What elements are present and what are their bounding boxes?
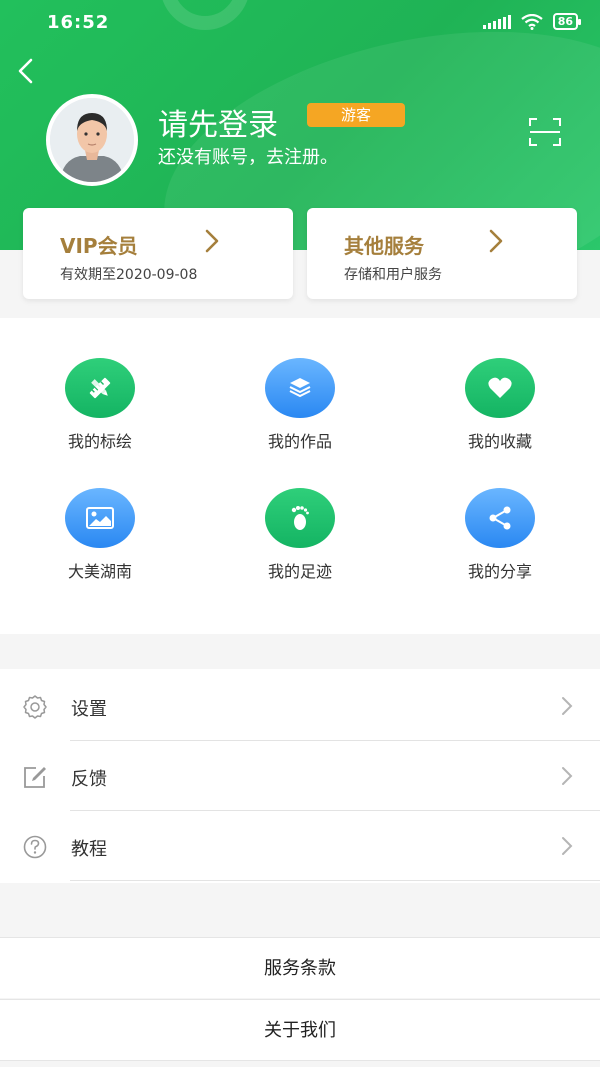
scan-icon[interactable] — [528, 117, 562, 147]
menu-item-settings[interactable]: 设置 — [0, 671, 600, 741]
menu-label: 教程 — [71, 839, 107, 860]
terms-of-service-link[interactable]: 服务条款 — [0, 937, 600, 998]
menu-label: 设置 — [71, 699, 107, 720]
settings-list: 设置 反馈 教程 — [0, 669, 600, 883]
chevron-right-icon — [205, 229, 219, 253]
grid-item-my-plots[interactable]: 我的标绘 — [30, 358, 170, 468]
footprint-icon — [265, 488, 335, 548]
menu-item-feedback[interactable]: 反馈 — [0, 741, 600, 811]
grid-label: 我的分享 — [467, 562, 532, 581]
grid-item-beautiful-hunan[interactable]: 大美湖南 — [30, 488, 170, 598]
login-prompt[interactable]: 请先登录 — [158, 100, 278, 144]
other-services-card[interactable]: 其他服务 存储和用户服务 — [307, 208, 577, 299]
gear-icon — [23, 695, 47, 719]
status-time: 16:52 — [47, 12, 110, 33]
menu-item-tutorial[interactable]: 教程 — [0, 811, 600, 881]
vip-expiry: 有效期至2020-09-08 — [60, 267, 198, 283]
grid-label: 我的收藏 — [467, 432, 532, 451]
signal-icon — [482, 14, 511, 29]
back-arrow-icon[interactable] — [12, 56, 42, 86]
grid-item-my-shares[interactable]: 我的分享 — [430, 488, 570, 598]
vip-card[interactable]: VIP会员 有效期至2020-09-08 — [23, 208, 293, 299]
grid-label: 我的标绘 — [67, 432, 132, 451]
heart-icon — [465, 358, 535, 418]
chevron-right-icon — [562, 767, 573, 785]
menu-label: 反馈 — [71, 769, 107, 790]
feature-grid: 我的标绘 我的作品 我的收藏 大美湖南 我的足迹 我的分享 — [0, 318, 600, 634]
grid-label: 大美湖南 — [67, 562, 132, 581]
chevron-right-icon — [489, 229, 503, 253]
edit-icon — [24, 767, 46, 788]
about-us-link[interactable]: 关于我们 — [0, 999, 600, 1061]
status-icons: 86 — [482, 13, 582, 30]
chevron-right-icon — [562, 837, 573, 855]
register-link[interactable]: 还没有账号，去注册。 — [158, 143, 338, 169]
default-user-icon — [50, 98, 134, 182]
battery-indicator: 86 — [552, 13, 582, 30]
divider — [70, 880, 600, 881]
vip-title: VIP会员 — [60, 234, 138, 258]
grid-label: 我的作品 — [267, 432, 332, 451]
chevron-right-icon — [562, 697, 573, 715]
avatar[interactable] — [46, 94, 138, 186]
help-icon — [23, 835, 47, 859]
status-bar: 16:52 86 — [0, 0, 600, 44]
pencil-ruler-icon — [65, 358, 135, 418]
grid-label: 我的足迹 — [267, 562, 332, 581]
guest-badge: 游客 — [307, 103, 405, 127]
grid-item-my-favorites[interactable]: 我的收藏 — [430, 358, 570, 468]
other-services-subtitle: 存储和用户服务 — [344, 267, 442, 283]
wifi-icon — [521, 13, 543, 30]
other-services-title: 其他服务 — [344, 234, 424, 258]
grid-item-my-works[interactable]: 我的作品 — [230, 358, 370, 468]
share-icon — [465, 488, 535, 548]
grid-item-my-footprints[interactable]: 我的足迹 — [230, 488, 370, 598]
image-icon — [65, 488, 135, 548]
layers-icon — [265, 358, 335, 418]
